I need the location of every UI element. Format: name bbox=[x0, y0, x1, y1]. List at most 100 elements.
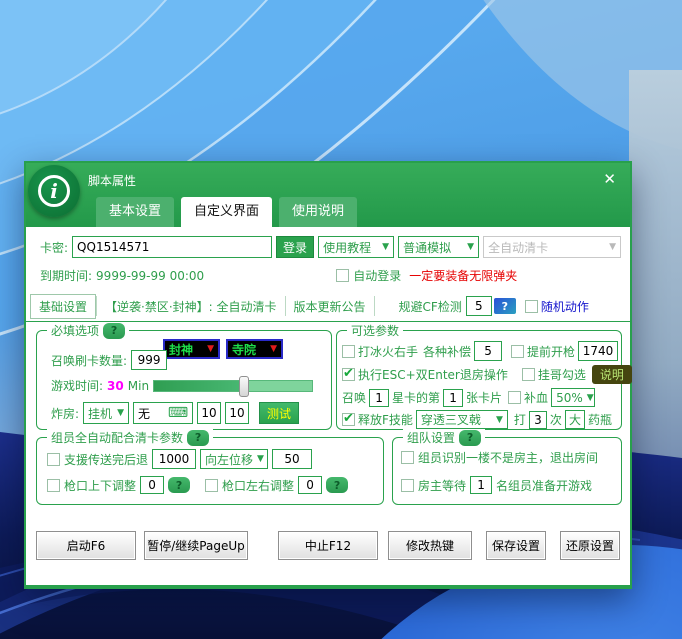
member-group-title: 组员全自动配合清卡参数 bbox=[51, 429, 183, 446]
auto-login-checkbox[interactable] bbox=[336, 269, 349, 282]
chevron-down-icon: ▼ bbox=[587, 393, 594, 403]
map-dropdown-fengshen[interactable]: 封神 ▼ bbox=[163, 339, 220, 359]
esc-exit-checkbox[interactable] bbox=[342, 368, 355, 381]
summon-star-suffix: 张卡片 bbox=[466, 389, 502, 406]
window-titlebar[interactable]: i 脚本属性 ✕ 基本设置 自定义界面 使用说明 bbox=[26, 163, 630, 227]
summon-count-input[interactable] bbox=[131, 350, 167, 370]
map-dropdown-siyuan[interactable]: 寺院 ▼ bbox=[226, 339, 283, 359]
icefire-checkbox[interactable] bbox=[342, 345, 355, 358]
icefire-label: 打冰火右手 bbox=[358, 343, 418, 360]
start-f6-button[interactable]: 启动F6 bbox=[36, 531, 136, 560]
guage-label: 挂哥勾选 bbox=[538, 366, 586, 383]
chevron-down-icon: ▼ bbox=[467, 242, 474, 252]
login-button[interactable]: 登录 bbox=[276, 236, 314, 258]
random-action-checkbox[interactable] bbox=[525, 300, 538, 313]
game-time-label: 游戏时间: bbox=[51, 377, 103, 394]
tab-basic-settings[interactable]: 基本设置 bbox=[96, 197, 174, 227]
close-icon[interactable]: ✕ bbox=[603, 170, 616, 188]
keyboard-icon: ⌨ bbox=[168, 406, 188, 420]
heal-percent-dropdown[interactable]: 50% ▼ bbox=[551, 388, 595, 407]
hit-unit: 次 bbox=[550, 411, 562, 428]
game-time-slider[interactable] bbox=[153, 380, 313, 392]
chevron-down-icon: ▼ bbox=[609, 242, 616, 252]
chevron-down-icon: ▼ bbox=[270, 344, 277, 354]
fskill-dropdown[interactable]: 穿透三叉戟 ▼ bbox=[416, 410, 508, 429]
abort-f12-button[interactable]: 中止F12 bbox=[278, 531, 378, 560]
team-help-icon[interactable]: ? bbox=[459, 430, 481, 446]
mode-tab-main[interactable]: 【逆袭·禁区·封神】: 全自动清卡 bbox=[97, 298, 285, 315]
required-help-icon[interactable]: ? bbox=[103, 323, 125, 339]
tutorial-dropdown[interactable]: 使用教程 ▼ bbox=[318, 236, 394, 258]
preshoot-checkbox[interactable] bbox=[511, 345, 524, 358]
heal-label: 补血 bbox=[524, 389, 548, 406]
muzzle-leftright-label: 枪口左右调整 bbox=[222, 477, 294, 494]
card-key-label: 卡密: bbox=[40, 239, 68, 256]
support-input[interactable] bbox=[152, 449, 196, 469]
muzzle-leftright-help-icon[interactable]: ? bbox=[326, 477, 348, 493]
card-input[interactable] bbox=[443, 389, 463, 407]
slider-thumb[interactable] bbox=[239, 376, 249, 397]
cf-detect-label: 规避CF检测 bbox=[399, 298, 462, 315]
optional-params-group: 可选参数 打冰火右手 各种补偿 提前开枪 执行ESC+双Enter退房操作 挂哥… bbox=[336, 330, 622, 430]
explain-button[interactable]: 说明 bbox=[592, 365, 632, 384]
tab-custom-ui[interactable]: 自定义界面 bbox=[181, 197, 272, 227]
edit-hotkeys-button[interactable]: 修改热键 bbox=[388, 531, 472, 560]
compensation-input[interactable] bbox=[474, 341, 502, 361]
shift-amount-input[interactable] bbox=[272, 449, 312, 469]
muzzle-updown-checkbox[interactable] bbox=[47, 479, 60, 492]
restore-settings-button[interactable]: 还原设置 bbox=[560, 531, 620, 560]
cf-detect-input[interactable] bbox=[466, 296, 492, 316]
host-wait-suffix: 名组员准备开游戏 bbox=[496, 477, 592, 494]
random-action-label: 随机动作 bbox=[541, 298, 589, 315]
mode-tab-notice[interactable]: 版本更新公告 bbox=[286, 298, 374, 315]
bomb-mode-dropdown[interactable]: 挂机 ▼ bbox=[83, 402, 129, 424]
test-button[interactable]: 测试 bbox=[259, 402, 299, 424]
mode-tab-basic[interactable]: 基础设置 bbox=[30, 294, 96, 319]
host-wait-checkbox[interactable] bbox=[401, 479, 414, 492]
summon-star-prefix: 召唤 bbox=[342, 389, 366, 406]
bomb-num2-input[interactable] bbox=[225, 402, 249, 424]
muzzle-updown-help-icon[interactable]: ? bbox=[168, 477, 190, 493]
identify-host-label: 组员识别一楼不是房主，退出房间 bbox=[418, 449, 598, 466]
game-time-value: 30 bbox=[107, 379, 124, 393]
muzzle-leftright-input[interactable] bbox=[298, 476, 322, 494]
hit-label: 打 bbox=[514, 411, 526, 428]
star-input[interactable] bbox=[369, 389, 389, 407]
support-checkbox[interactable] bbox=[47, 453, 60, 466]
bomb-room-label: 炸房: bbox=[51, 405, 79, 422]
expiry-label: 到期时间: bbox=[40, 267, 92, 284]
auto-login-label: 自动登录 bbox=[353, 267, 401, 284]
guage-checkbox[interactable] bbox=[522, 368, 535, 381]
bomb-none-dropdown[interactable]: 无 ⌨ bbox=[133, 402, 193, 424]
warning-text: 一定要装备无限弹夹 bbox=[409, 267, 517, 284]
fskill-checkbox[interactable] bbox=[342, 413, 355, 426]
divider bbox=[374, 296, 375, 316]
muzzle-leftright-checkbox[interactable] bbox=[205, 479, 218, 492]
auto-clear-dropdown: 全自动清卡 ▼ bbox=[483, 236, 621, 258]
bomb-num1-input[interactable] bbox=[197, 402, 221, 424]
member-help-icon[interactable]: ? bbox=[187, 430, 209, 446]
cf-help-icon[interactable]: ? bbox=[494, 298, 516, 314]
chevron-down-icon: ▼ bbox=[382, 242, 389, 252]
shift-direction-dropdown[interactable]: 向左位移 ▼ bbox=[200, 449, 268, 469]
tab-instructions[interactable]: 使用说明 bbox=[279, 197, 357, 227]
identify-host-checkbox[interactable] bbox=[401, 451, 414, 464]
window-content: 卡密: 登录 使用教程 ▼ 普通模拟 ▼ 全自动清卡 ▼ 到期时间: 9999-… bbox=[26, 227, 630, 585]
chevron-down-icon: ▼ bbox=[207, 344, 214, 354]
muzzle-updown-input[interactable] bbox=[140, 476, 164, 494]
team-group-title: 组队设置 bbox=[407, 429, 455, 446]
heal-checkbox[interactable] bbox=[508, 391, 521, 404]
hit-count-input[interactable] bbox=[529, 411, 547, 429]
muzzle-updown-label: 枪口上下调整 bbox=[64, 477, 136, 494]
window-tab-strip: 基本设置 自定义界面 使用说明 bbox=[96, 197, 357, 227]
pause-resume-button[interactable]: 暂停/继续PageUp bbox=[144, 531, 248, 560]
team-settings-group: 组队设置 ? 组员识别一楼不是房主，退出房间 房主等待 名组员准备开游戏 bbox=[392, 437, 622, 505]
esc-exit-label: 执行ESC+双Enter退房操作 bbox=[358, 366, 508, 383]
preshoot-input[interactable] bbox=[578, 341, 618, 361]
card-key-input[interactable] bbox=[72, 236, 272, 258]
save-settings-button[interactable]: 保存设置 bbox=[486, 531, 546, 560]
host-wait-input[interactable] bbox=[470, 476, 492, 494]
size-box[interactable]: 大 bbox=[565, 410, 585, 429]
mode-dropdown[interactable]: 普通模拟 ▼ bbox=[398, 236, 479, 258]
summon-count-label: 召唤刷卡数量: bbox=[51, 352, 127, 369]
